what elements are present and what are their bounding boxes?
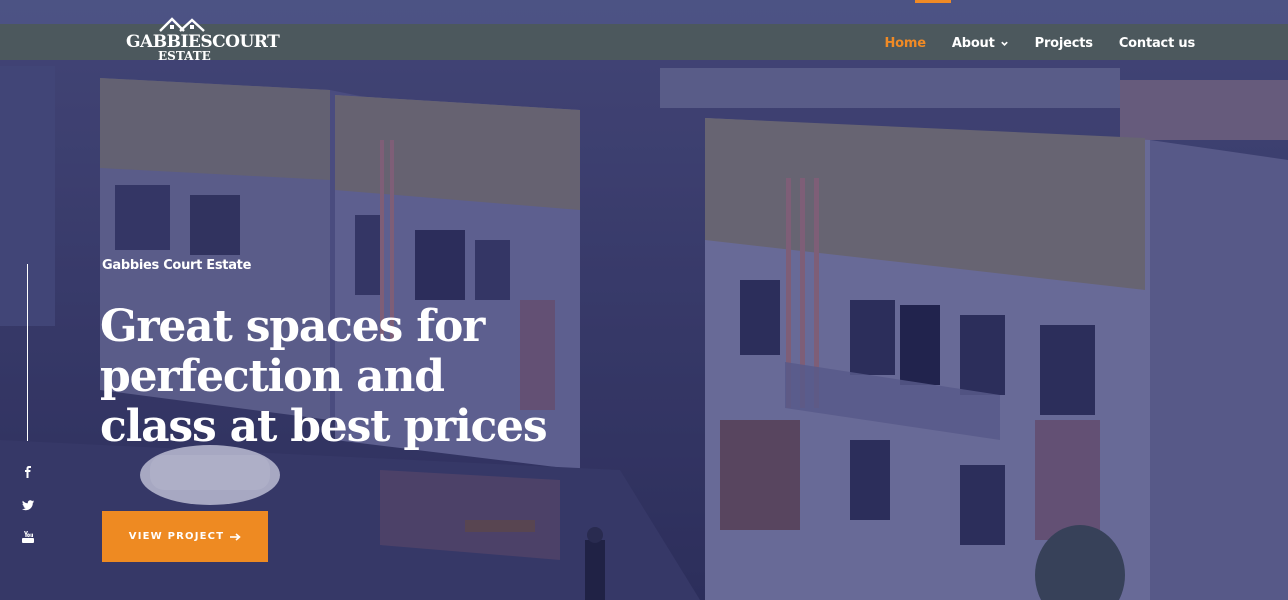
social-divider [27, 264, 28, 441]
headline-line-3: class at best prices [100, 401, 548, 452]
youtube-icon [22, 531, 34, 543]
view-project-label: VIEW PROJECT [128, 531, 225, 542]
hero-overlay [0, 0, 1288, 600]
site-logo[interactable]: GABBIESCOURT ESTATE [122, 16, 280, 66]
house-roof-icon [159, 17, 205, 32]
hero-section [0, 0, 1288, 600]
hero-eyebrow: Gabbies Court Estate [102, 258, 252, 273]
logo-line-2: ESTATE [158, 49, 211, 63]
nav-item-about[interactable]: About [952, 36, 1009, 51]
nav-item-projects[interactable]: Projects [1035, 36, 1093, 51]
nav-item-label: About [951, 36, 995, 51]
twitter-link[interactable] [18, 495, 38, 515]
youtube-link[interactable] [18, 527, 38, 547]
hero-headline: Great spaces for perfection and class at… [100, 302, 580, 452]
nav-item-label: Projects [1034, 36, 1093, 51]
site-header: GABBIESCOURT ESTATE Home About Projects … [0, 0, 1288, 86]
twitter-icon [22, 500, 34, 511]
chevron-down-icon [1000, 41, 1008, 46]
main-nav: Home About Projects Contact us [884, 36, 1195, 51]
arrow-right-icon [230, 532, 241, 541]
headline-line-2: perfection and [100, 351, 445, 402]
facebook-icon [25, 466, 31, 478]
view-project-button[interactable]: VIEW PROJECT [102, 511, 268, 562]
facebook-link[interactable] [18, 462, 38, 482]
headline-line-1: Great spaces for [100, 301, 485, 352]
nav-item-label: Home [884, 36, 926, 51]
nav-item-label: Contact us [1118, 36, 1195, 51]
nav-item-contact[interactable]: Contact us [1119, 36, 1195, 51]
nav-item-home[interactable]: Home [884, 36, 926, 51]
